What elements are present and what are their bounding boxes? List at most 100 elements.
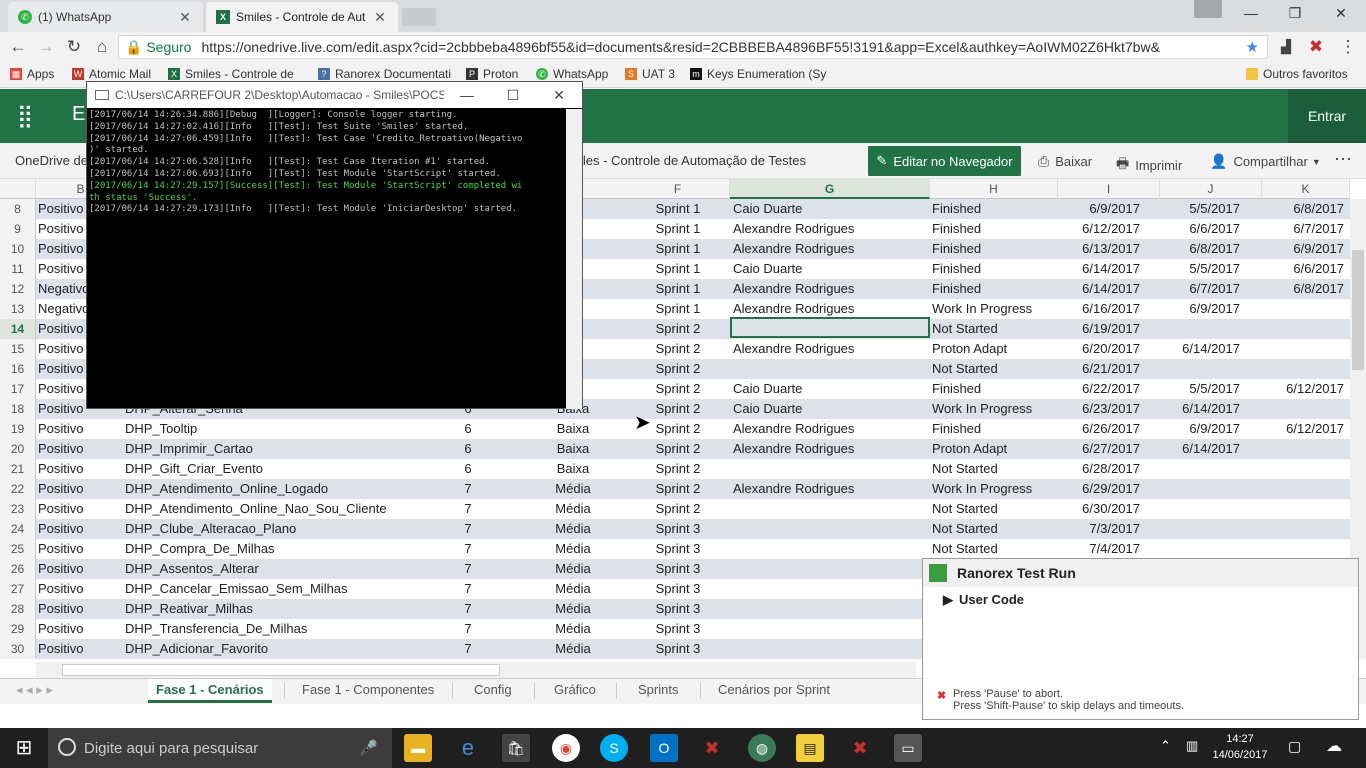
column-header-j[interactable]: J: [1160, 179, 1262, 199]
cell-g[interactable]: [733, 539, 929, 559]
row-number[interactable]: 17: [0, 379, 36, 399]
cell-i[interactable]: 6/28/2017: [1058, 459, 1140, 479]
cell-i[interactable]: 6/12/2017: [1058, 219, 1140, 239]
bookmark-star-icon[interactable]: ★: [1246, 38, 1259, 56]
cell-d[interactable]: 6: [440, 459, 496, 479]
console-close-button[interactable]: ✕: [536, 87, 582, 104]
cell-e[interactable]: Média: [545, 499, 601, 519]
bookmark-apps[interactable]: ▦ Apps: [10, 67, 54, 81]
cell-f[interactable]: Sprint 1: [626, 279, 730, 299]
cell-d[interactable]: 6: [440, 439, 496, 459]
back-icon[interactable]: ←: [8, 37, 28, 57]
sign-in-button[interactable]: Entrar: [1288, 89, 1366, 143]
cell-b[interactable]: Positivo: [38, 519, 124, 539]
more-options-button[interactable]: ⋯: [1334, 149, 1352, 170]
console-minimize-button[interactable]: —: [444, 87, 490, 103]
cell-g[interactable]: Alexandre Rodrigues: [733, 419, 929, 439]
cell-b[interactable]: Positivo: [38, 459, 124, 479]
signal-icon[interactable]: ▟: [1276, 37, 1296, 57]
bookmark-proton[interactable]: P Proton: [466, 67, 518, 81]
windows-start-icon[interactable]: ⊞: [0, 728, 48, 768]
taskbar-search[interactable]: Digite aqui para pesquisar 🎤: [48, 728, 392, 768]
sheet-tab-fase1-cenarios[interactable]: Fase 1 - Cenários: [148, 679, 272, 703]
cell-f[interactable]: Sprint 3: [626, 619, 730, 639]
cell-g[interactable]: Alexandre Rodrigues: [733, 479, 929, 499]
chrome-icon[interactable]: ◉: [552, 734, 580, 762]
sheet-tab-sprints[interactable]: Sprints: [630, 679, 686, 703]
row-number[interactable]: 16: [0, 359, 36, 379]
cell-g[interactable]: Caio Duarte: [733, 399, 929, 419]
cell-i[interactable]: 6/16/2017: [1058, 299, 1140, 319]
cell-j[interactable]: 6/9/2017: [1160, 299, 1240, 319]
horizontal-scroll-thumb[interactable]: [62, 664, 500, 676]
cell-i[interactable]: 6/22/2017: [1058, 379, 1140, 399]
sheet-tab-config[interactable]: Config: [466, 679, 520, 703]
console-titlebar[interactable]: C:\Users\CARREFOUR 2\Desktop\Automacao -…: [87, 82, 582, 108]
cell-d[interactable]: 7: [440, 519, 496, 539]
cell-c[interactable]: DHP_Imprimir_Cartao: [125, 439, 455, 459]
cell-i[interactable]: 6/9/2017: [1058, 199, 1140, 219]
row-number[interactable]: 29: [0, 619, 36, 639]
forward-icon[interactable]: →: [36, 37, 56, 57]
cell-e[interactable]: Baixa: [545, 439, 601, 459]
cell-k[interactable]: 6/8/2017: [1262, 199, 1344, 219]
cell-e[interactable]: Média: [545, 579, 601, 599]
cell-j[interactable]: 6/9/2017: [1160, 419, 1240, 439]
cell-d[interactable]: 7: [440, 579, 496, 599]
minimize-button[interactable]: —: [1228, 0, 1274, 28]
cell-f[interactable]: Sprint 2: [626, 479, 730, 499]
cell-g[interactable]: [733, 459, 929, 479]
cell-b[interactable]: Positivo: [38, 479, 124, 499]
cell-b[interactable]: Positivo: [38, 439, 124, 459]
cell-d[interactable]: 7: [440, 539, 496, 559]
column-header-g[interactable]: G: [730, 179, 930, 199]
home-icon[interactable]: ⌂: [92, 37, 112, 57]
cell-f[interactable]: Sprint 2: [626, 339, 730, 359]
vertical-scroll-thumb[interactable]: [1352, 250, 1364, 370]
row-number[interactable]: 14: [0, 319, 36, 339]
cell-d[interactable]: 7: [440, 559, 496, 579]
cell-j[interactable]: [1160, 359, 1240, 379]
column-header-f[interactable]: F: [626, 179, 730, 199]
cell-b[interactable]: Positivo: [38, 559, 124, 579]
cell-f[interactable]: Sprint 3: [626, 599, 730, 619]
cell-g[interactable]: Alexandre Rodrigues: [733, 339, 929, 359]
cell-h[interactable]: Not Started: [932, 539, 1058, 559]
cell-g[interactable]: Alexandre Rodrigues: [733, 439, 929, 459]
console-window[interactable]: C:\Users\CARREFOUR 2\Desktop\Automacao -…: [86, 81, 583, 409]
bookmark-ranorex[interactable]: ? Ranorex Documentati: [318, 67, 454, 81]
cell-b[interactable]: Positivo: [38, 419, 124, 439]
cell-b[interactable]: Positivo: [38, 579, 124, 599]
cell-c[interactable]: DHP_Atendimento_Online_Logado: [125, 479, 455, 499]
row-number[interactable]: 8: [0, 199, 36, 219]
bookmark-smiles[interactable]: X Smiles - Controle de: [168, 67, 306, 81]
console-task-icon[interactable]: ▭: [894, 734, 922, 762]
cell-c[interactable]: DHP_Cancelar_Emissao_Sem_Milhas: [125, 579, 455, 599]
cell-h[interactable]: Finished: [932, 279, 1058, 299]
cell-f[interactable]: Sprint 2: [626, 359, 730, 379]
store-icon[interactable]: 🛍: [502, 734, 530, 762]
cell-k[interactable]: [1262, 319, 1344, 339]
onedrive-icon[interactable]: ☁: [1326, 736, 1342, 756]
cell-c[interactable]: DHP_Compra_De_Milhas: [125, 539, 455, 559]
cell-k[interactable]: [1262, 499, 1344, 519]
ranorex-user-code-item[interactable]: ▶ User Code: [943, 592, 1024, 608]
sheet-tab-cenarios-por-sprint[interactable]: Cenários por Sprint: [710, 679, 838, 703]
cell-d[interactable]: 7: [440, 639, 496, 659]
cell-h[interactable]: Not Started: [932, 359, 1058, 379]
cell-d[interactable]: 6: [440, 419, 496, 439]
cell-g[interactable]: Caio Duarte: [733, 259, 929, 279]
row-number[interactable]: 19: [0, 419, 36, 439]
row-number[interactable]: 25: [0, 539, 36, 559]
cell-b[interactable]: Positivo: [38, 539, 124, 559]
cell-e[interactable]: Baixa: [545, 459, 601, 479]
selected-cell-g14[interactable]: [730, 317, 930, 338]
cell-c[interactable]: DHP_Adicionar_Favorito: [125, 639, 455, 659]
edge-icon[interactable]: e: [454, 734, 482, 762]
cell-i[interactable]: 6/20/2017: [1058, 339, 1140, 359]
row-number[interactable]: 24: [0, 519, 36, 539]
row-number[interactable]: 15: [0, 339, 36, 359]
row-number[interactable]: 12: [0, 279, 36, 299]
cell-j[interactable]: 6/14/2017: [1160, 439, 1240, 459]
cell-i[interactable]: 6/26/2017: [1058, 419, 1140, 439]
